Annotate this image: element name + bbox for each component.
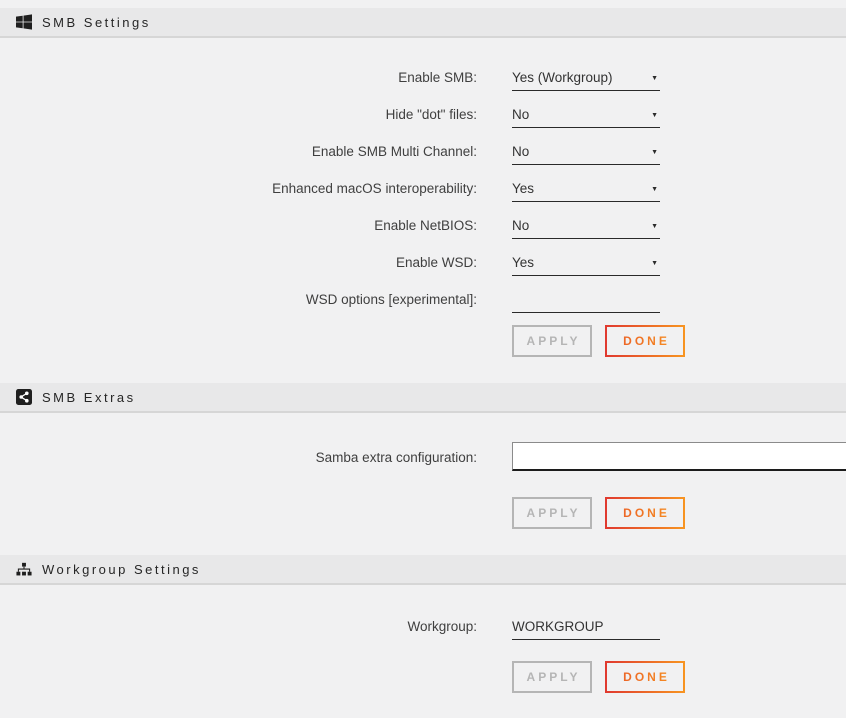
workgroup-buttons: APPLY DONE — [512, 661, 846, 693]
done-button[interactable]: DONE — [605, 661, 685, 693]
chevron-down-icon: ▼ — [651, 223, 660, 238]
chevron-down-icon: ▼ — [651, 186, 660, 201]
smb-multi-channel-select[interactable]: No ▼ — [512, 140, 660, 165]
samba-extra-field — [512, 442, 846, 471]
row-hide-dot-files: Hide "dot" files: No ▼ — [0, 103, 846, 128]
chevron-down-icon: ▼ — [651, 149, 660, 164]
select-value: Yes (Workgroup) — [512, 70, 613, 90]
row-enable-smb: Enable SMB: Yes (Workgroup) ▼ — [0, 66, 846, 91]
section-title: Workgroup Settings — [42, 562, 201, 577]
select-value: No — [512, 107, 529, 127]
row-samba-extra: Samba extra configuration: — [0, 442, 846, 471]
select-value: No — [512, 218, 529, 238]
wsd-options-input[interactable] — [512, 292, 660, 312]
section-title: SMB Settings — [42, 15, 151, 30]
row-macos-interop: Enhanced macOS interoperability: Yes ▼ — [0, 177, 846, 202]
windows-icon — [16, 14, 32, 30]
workgroup-form: Workgroup: APPLY DONE — [0, 585, 846, 693]
row-enable-netbios: Enable NetBIOS: No ▼ — [0, 214, 846, 239]
smb-extras-buttons: APPLY DONE — [512, 497, 846, 529]
enable-netbios-select[interactable]: No ▼ — [512, 214, 660, 239]
settings-page: SMB Settings Enable SMB: Yes (Workgroup)… — [0, 0, 846, 718]
row-enable-wsd: Enable WSD: Yes ▼ — [0, 251, 846, 276]
done-button[interactable]: DONE — [605, 497, 685, 529]
field-label: Samba extra configuration: — [0, 442, 477, 465]
field-label: Enhanced macOS interoperability: — [0, 181, 477, 202]
chevron-down-icon: ▼ — [651, 260, 660, 275]
done-button[interactable]: DONE — [605, 325, 685, 357]
smb-settings-header: SMB Settings — [0, 8, 846, 38]
chevron-down-icon: ▼ — [651, 75, 660, 90]
field-label: Enable WSD: — [0, 255, 477, 276]
share-square-icon — [16, 389, 32, 405]
field-label: Enable SMB: — [0, 70, 477, 91]
hide-dot-files-select[interactable]: No ▼ — [512, 103, 660, 128]
row-workgroup: Workgroup: — [0, 615, 846, 640]
select-value: Yes — [512, 255, 534, 275]
workgroup-input[interactable] — [512, 619, 660, 639]
wsd-options-field — [512, 288, 660, 313]
chevron-down-icon: ▼ — [651, 112, 660, 127]
field-label: Enable NetBIOS: — [0, 218, 477, 239]
apply-button[interactable]: APPLY — [512, 497, 592, 529]
row-wsd-options: WSD options [experimental]: — [0, 288, 846, 313]
apply-button[interactable]: APPLY — [512, 325, 592, 357]
field-label: Workgroup: — [0, 619, 477, 640]
smb-extras-form: Samba extra configuration: APPLY DONE — [0, 413, 846, 529]
select-value: No — [512, 144, 529, 164]
field-label: WSD options [experimental]: — [0, 292, 477, 313]
field-label: Enable SMB Multi Channel: — [0, 144, 477, 165]
section-title: SMB Extras — [42, 390, 136, 405]
sitemap-icon — [16, 561, 32, 577]
workgroup-field — [512, 615, 660, 640]
workgroup-settings-header: Workgroup Settings — [0, 555, 846, 585]
smb-extras-header: SMB Extras — [0, 383, 846, 413]
macos-interop-select[interactable]: Yes ▼ — [512, 177, 660, 202]
smb-settings-buttons: APPLY DONE — [512, 325, 846, 357]
samba-extra-textarea[interactable] — [512, 442, 846, 471]
row-smb-multi-channel: Enable SMB Multi Channel: No ▼ — [0, 140, 846, 165]
select-value: Yes — [512, 181, 534, 201]
apply-button[interactable]: APPLY — [512, 661, 592, 693]
field-label: Hide "dot" files: — [0, 107, 477, 128]
smb-settings-form: Enable SMB: Yes (Workgroup) ▼ Hide "dot"… — [0, 38, 846, 357]
enable-wsd-select[interactable]: Yes ▼ — [512, 251, 660, 276]
enable-smb-select[interactable]: Yes (Workgroup) ▼ — [512, 66, 660, 91]
